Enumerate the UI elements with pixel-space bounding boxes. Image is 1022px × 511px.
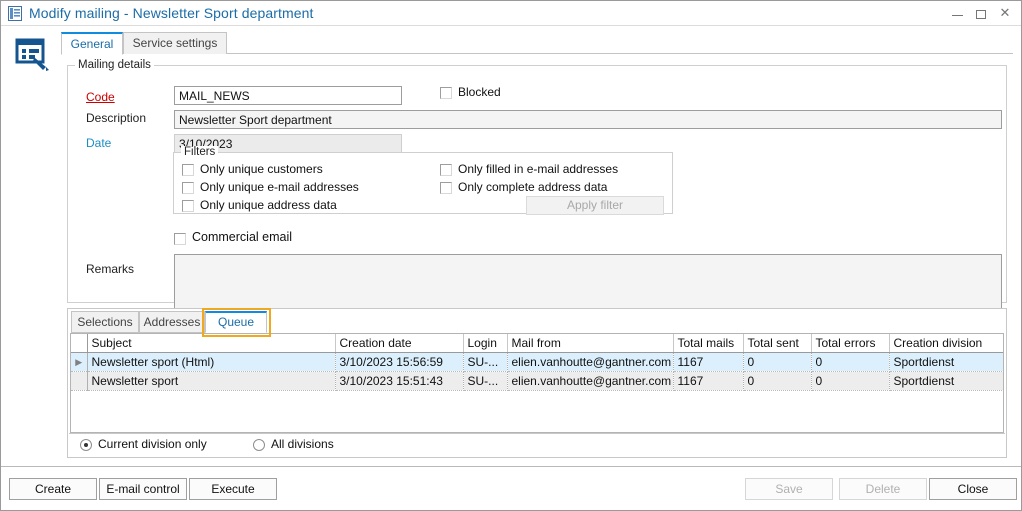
cell-total-errors: 0 <box>811 371 890 391</box>
cell-creation-date: 3/10/2023 15:56:59 <box>335 352 464 372</box>
cell-mail-from: elien.vanhoutte@gantner.com <box>507 371 674 391</box>
col-total-sent[interactable]: Total sent <box>743 334 812 353</box>
close-button[interactable]: Close <box>929 478 1017 500</box>
table-row[interactable]: Newsletter sport 3/10/2023 15:51:43 SU-.… <box>71 371 1003 391</box>
create-button[interactable]: Create <box>9 478 97 500</box>
blocked-checkbox[interactable] <box>440 87 452 99</box>
only-complete-address-data-label: Only complete address data <box>458 180 608 194</box>
col-total-mails[interactable]: Total mails <box>673 334 744 353</box>
all-divisions-label: All divisions <box>271 437 334 451</box>
cell-subject: Newsletter sport <box>87 371 336 391</box>
save-button[interactable]: Save <box>745 478 833 500</box>
mailing-edit-icon <box>13 34 53 74</box>
date-label: Date <box>86 136 112 150</box>
current-division-only-radio[interactable] <box>80 439 92 451</box>
tab-general[interactable]: General <box>61 32 123 55</box>
blocked-label: Blocked <box>458 85 501 99</box>
col-subject[interactable]: Subject <box>87 334 336 353</box>
mailing-details-group: Mailing details Code MAIL_NEWS Blocked D… <box>67 59 1007 314</box>
filters-group: Filters Only unique customers Only uniqu… <box>173 146 673 215</box>
cell-subject: Newsletter sport (Html) <box>87 352 336 372</box>
title-bar: Modify mailing - Newsletter Sport depart… <box>1 1 1021 26</box>
only-unique-email-addresses-checkbox[interactable] <box>182 182 194 194</box>
cell-total-errors: 0 <box>811 352 890 372</box>
filters-legend: Filters <box>181 146 219 158</box>
col-creation-division[interactable]: Creation division <box>889 334 1003 353</box>
remarks-textarea[interactable] <box>174 254 1002 314</box>
cell-total-mails: 1167 <box>673 352 744 372</box>
cell-creation-division: Sportdienst <box>889 352 1003 372</box>
commercial-email-label: Commercial email <box>192 230 293 244</box>
cell-creation-division: Sportdienst <box>889 371 1003 391</box>
col-mail-from[interactable]: Mail from <box>507 334 674 353</box>
code-label: Code <box>86 90 115 104</box>
close-window-button[interactable]: ✕ <box>993 1 1017 25</box>
window-title: Modify mailing - Newsletter Sport depart… <box>29 5 314 21</box>
mailing-dialog-window: Modify mailing - Newsletter Sport depart… <box>0 0 1022 511</box>
col-login[interactable]: Login <box>463 334 508 353</box>
cell-total-sent: 0 <box>743 352 812 372</box>
only-filled-in-email-addresses-label: Only filled in e-mail addresses <box>458 162 619 176</box>
only-unique-customers-label: Only unique customers <box>200 162 323 176</box>
all-divisions-radio[interactable] <box>253 439 265 451</box>
only-unique-email-addresses-label: Only unique e-mail addresses <box>200 180 359 194</box>
queue-table: Subject Creation date Login Mail from To… <box>71 334 1003 391</box>
cell-creation-date: 3/10/2023 15:51:43 <box>335 371 464 391</box>
current-division-only-label: Current division only <box>98 437 207 451</box>
execute-button[interactable]: Execute <box>189 478 277 500</box>
mailing-details-legend: Mailing details <box>75 59 154 71</box>
only-complete-address-data-checkbox[interactable] <box>440 182 452 194</box>
description-input[interactable]: Newsletter Sport department <box>174 110 1002 129</box>
cell-mail-from: elien.vanhoutte@gantner.com <box>507 352 674 372</box>
document-list-icon <box>8 6 22 21</box>
tab-addresses[interactable]: Addresses <box>139 311 205 333</box>
col-creation-date[interactable]: Creation date <box>335 334 464 353</box>
cell-total-mails: 1167 <box>673 371 744 391</box>
lower-tabstrip: Selections Addresses Queue <box>68 308 1006 337</box>
queue-panel: Selections Addresses Queue Subject Creat… <box>67 308 1007 458</box>
col-total-errors[interactable]: Total errors <box>811 334 890 353</box>
commercial-email-checkbox[interactable] <box>174 233 186 245</box>
remarks-label: Remarks <box>86 262 135 276</box>
only-unique-address-data-label: Only unique address data <box>200 198 337 212</box>
email-control-button[interactable]: E-mail control <box>99 478 187 500</box>
tab-queue[interactable]: Queue <box>205 311 267 333</box>
apply-filter-button[interactable]: Apply filter <box>526 196 664 215</box>
cell-total-sent: 0 <box>743 371 812 391</box>
description-label: Description <box>86 111 147 125</box>
maximize-button[interactable] <box>969 1 993 25</box>
only-filled-in-email-addresses-checkbox[interactable] <box>440 164 452 176</box>
dialog-footer: Create E-mail control Execute Save Delet… <box>1 466 1021 510</box>
code-input[interactable]: MAIL_NEWS <box>174 86 402 105</box>
cell-login: SU-... <box>463 371 508 391</box>
row-marker: ▶ <box>71 352 88 372</box>
main-tabstrip: General Service settings <box>61 32 1013 55</box>
delete-button[interactable]: Delete <box>839 478 927 500</box>
only-unique-address-data-checkbox[interactable] <box>182 200 194 212</box>
table-header-row: Subject Creation date Login Mail from To… <box>71 334 1003 353</box>
table-row[interactable]: ▶ Newsletter sport (Html) 3/10/2023 15:5… <box>71 352 1003 372</box>
tab-service-settings[interactable]: Service settings <box>123 32 227 55</box>
minimize-button[interactable] <box>945 1 969 25</box>
tab-selections[interactable]: Selections <box>71 311 139 333</box>
division-scope-row: Current division only All divisions <box>69 433 1005 456</box>
cell-login: SU-... <box>463 352 508 372</box>
queue-grid[interactable]: Subject Creation date Login Mail from To… <box>70 333 1004 433</box>
general-tab-panel: Mailing details Code MAIL_NEWS Blocked D… <box>61 54 1013 464</box>
row-marker <box>71 371 88 391</box>
row-marker-header <box>71 334 88 353</box>
only-unique-customers-checkbox[interactable] <box>182 164 194 176</box>
